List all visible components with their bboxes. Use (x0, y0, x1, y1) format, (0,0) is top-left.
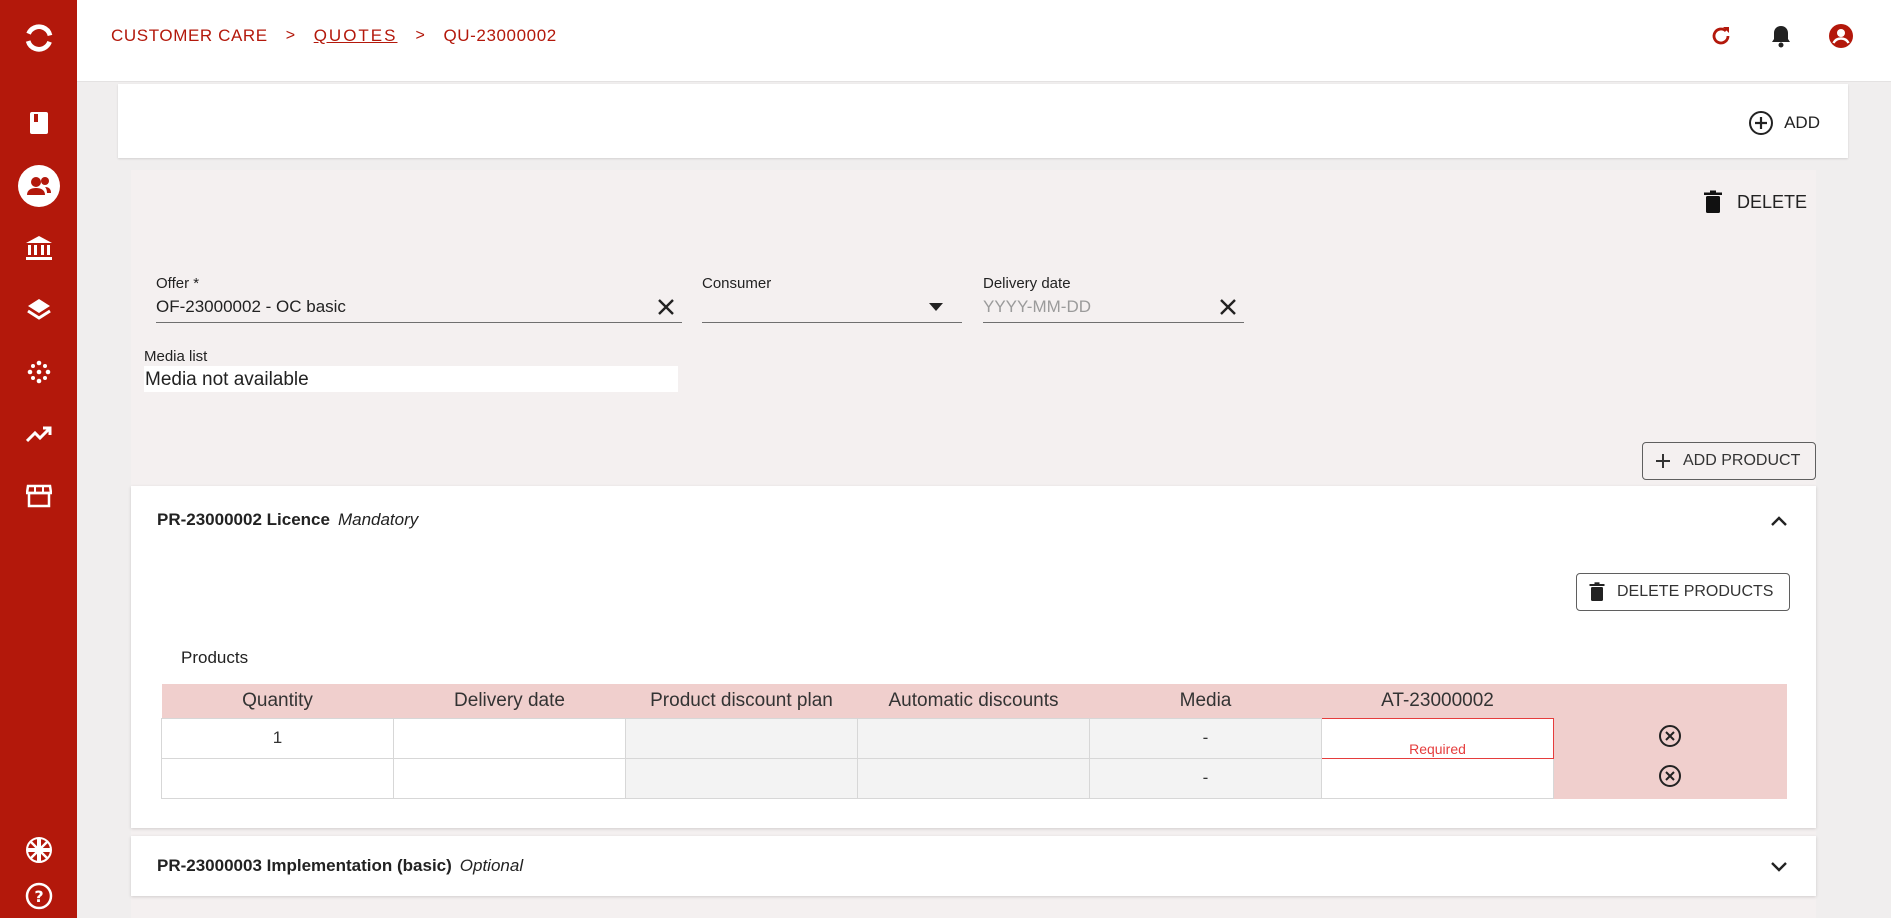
product-code: PR-23000003 Implementation (basic) (157, 856, 452, 875)
trending-up-icon[interactable] (23, 418, 55, 450)
caret-down-icon[interactable] (926, 297, 946, 317)
bell-icon[interactable] (1765, 20, 1797, 52)
sidebar: ? (0, 0, 77, 918)
offer-field[interactable]: Offer * OF-23000002 - OC basic (156, 275, 682, 323)
product-tag: Optional (459, 856, 524, 875)
quantity-cell[interactable] (161, 757, 394, 799)
delivery-date-field[interactable]: Delivery date YYYY-MM-DD (983, 275, 1244, 323)
column-header: Quantity (161, 684, 394, 718)
product-tag: Mandatory (337, 510, 419, 529)
column-header: Automatic discounts (857, 684, 1090, 718)
delete-products-button[interactable]: DELETE PRODUCTS (1576, 573, 1790, 611)
discount-plan-cell (625, 757, 858, 799)
remove-row-icon[interactable] (1657, 763, 1683, 789)
top-bar: CUSTOMER CARE > QUOTES > QU-23000002 (77, 0, 1891, 82)
trash-icon (1703, 190, 1722, 213)
delivery-date-placeholder[interactable]: YYYY-MM-DD (983, 297, 1091, 317)
automatic-discounts-cell (857, 717, 1090, 759)
bank-icon[interactable] (23, 232, 55, 264)
products-table: Quantity Delivery date Product discount … (161, 684, 1787, 799)
delete-products-label: DELETE PRODUCTS (1617, 583, 1774, 600)
automatic-discounts-cell (857, 757, 1090, 799)
refresh-icon[interactable] (1705, 20, 1737, 52)
add-button[interactable]: ADD (1748, 110, 1820, 136)
attribute-cell[interactable] (1321, 757, 1554, 799)
offer-field-value[interactable]: OF-23000002 - OC basic (156, 297, 346, 317)
breadcrumb-customer-care: CUSTOMER CARE (111, 26, 268, 45)
chevron-down-icon[interactable] (1768, 856, 1790, 878)
quote-item-panel: DELETE Offer * OF-23000002 - OC basic Co… (131, 170, 1816, 918)
column-header: Product discount plan (625, 684, 858, 718)
breadcrumb-current: QU-23000002 (443, 26, 557, 45)
chevron-up-icon[interactable] (1768, 510, 1790, 532)
table-row: - (161, 757, 1787, 799)
add-bar: ADD (118, 84, 1848, 158)
consumer-select[interactable]: Consumer (702, 275, 962, 323)
breadcrumb: CUSTOMER CARE > QUOTES > QU-23000002 (111, 26, 557, 46)
help-icon[interactable]: ? (23, 880, 55, 912)
product-code: PR-23000002 Licence (157, 510, 330, 529)
row-actions (1553, 757, 1787, 799)
media-list-box: Media not available (144, 366, 678, 392)
column-header: Media (1089, 684, 1322, 718)
layers-icon[interactable] (23, 294, 55, 326)
add-product-label: ADD PRODUCT (1683, 452, 1801, 469)
delivery-date-cell[interactable] (393, 757, 626, 799)
row-actions (1553, 717, 1787, 759)
table-row: 1 - Required (161, 717, 1787, 759)
breadcrumb-quotes-link[interactable]: QUOTES (314, 26, 398, 46)
delete-button[interactable]: DELETE (1703, 190, 1807, 214)
product-accordion-licence: PR-23000002 Licence Mandatory DELETE PRO… (131, 486, 1816, 828)
add-circle-icon (1749, 111, 1774, 135)
media-list-label: Media list (144, 348, 208, 365)
store-icon[interactable] (23, 480, 55, 512)
product-accordion-implementation[interactable]: PR-23000003 Implementation (basic) Optio… (131, 836, 1816, 896)
account-icon[interactable] (1825, 20, 1857, 52)
discount-plan-cell (625, 717, 858, 759)
clear-date-icon[interactable] (1216, 295, 1240, 319)
product-header[interactable]: PR-23000002 Licence Mandatory (157, 510, 418, 530)
customers-icon[interactable] (17, 165, 60, 207)
column-header (1553, 684, 1787, 718)
add-button-label: ADD (1784, 113, 1820, 132)
quantity-cell[interactable]: 1 (161, 717, 394, 759)
plus-icon (1656, 454, 1670, 468)
svg-text:?: ? (34, 887, 43, 906)
network-icon[interactable] (23, 356, 55, 388)
attribute-cell-required[interactable]: Required (1321, 717, 1554, 759)
add-product-button[interactable]: ADD PRODUCT (1642, 442, 1816, 480)
media-cell: - (1089, 757, 1322, 799)
book-icon[interactable] (23, 107, 55, 139)
remove-row-icon[interactable] (1657, 723, 1683, 749)
breadcrumb-separator: > (415, 27, 426, 44)
uk-flag-icon[interactable] (23, 834, 55, 866)
product-header[interactable]: PR-23000003 Implementation (basic) Optio… (157, 856, 523, 876)
delivery-date-label: Delivery date (983, 275, 1071, 292)
column-header: Delivery date (393, 684, 626, 718)
trash-icon (1589, 582, 1605, 601)
table-header-row: Quantity Delivery date Product discount … (161, 684, 1787, 718)
column-header: AT-23000002 (1321, 684, 1554, 718)
logo-icon[interactable] (23, 22, 55, 54)
offer-field-label: Offer * (156, 275, 200, 292)
media-cell: - (1089, 717, 1322, 759)
delivery-date-cell[interactable] (393, 717, 626, 759)
consumer-field-label: Consumer (702, 275, 772, 292)
breadcrumb-separator: > (285, 27, 296, 44)
clear-offer-icon[interactable] (654, 295, 678, 319)
delete-button-label: DELETE (1736, 191, 1807, 212)
products-table-title: Products (181, 648, 249, 667)
